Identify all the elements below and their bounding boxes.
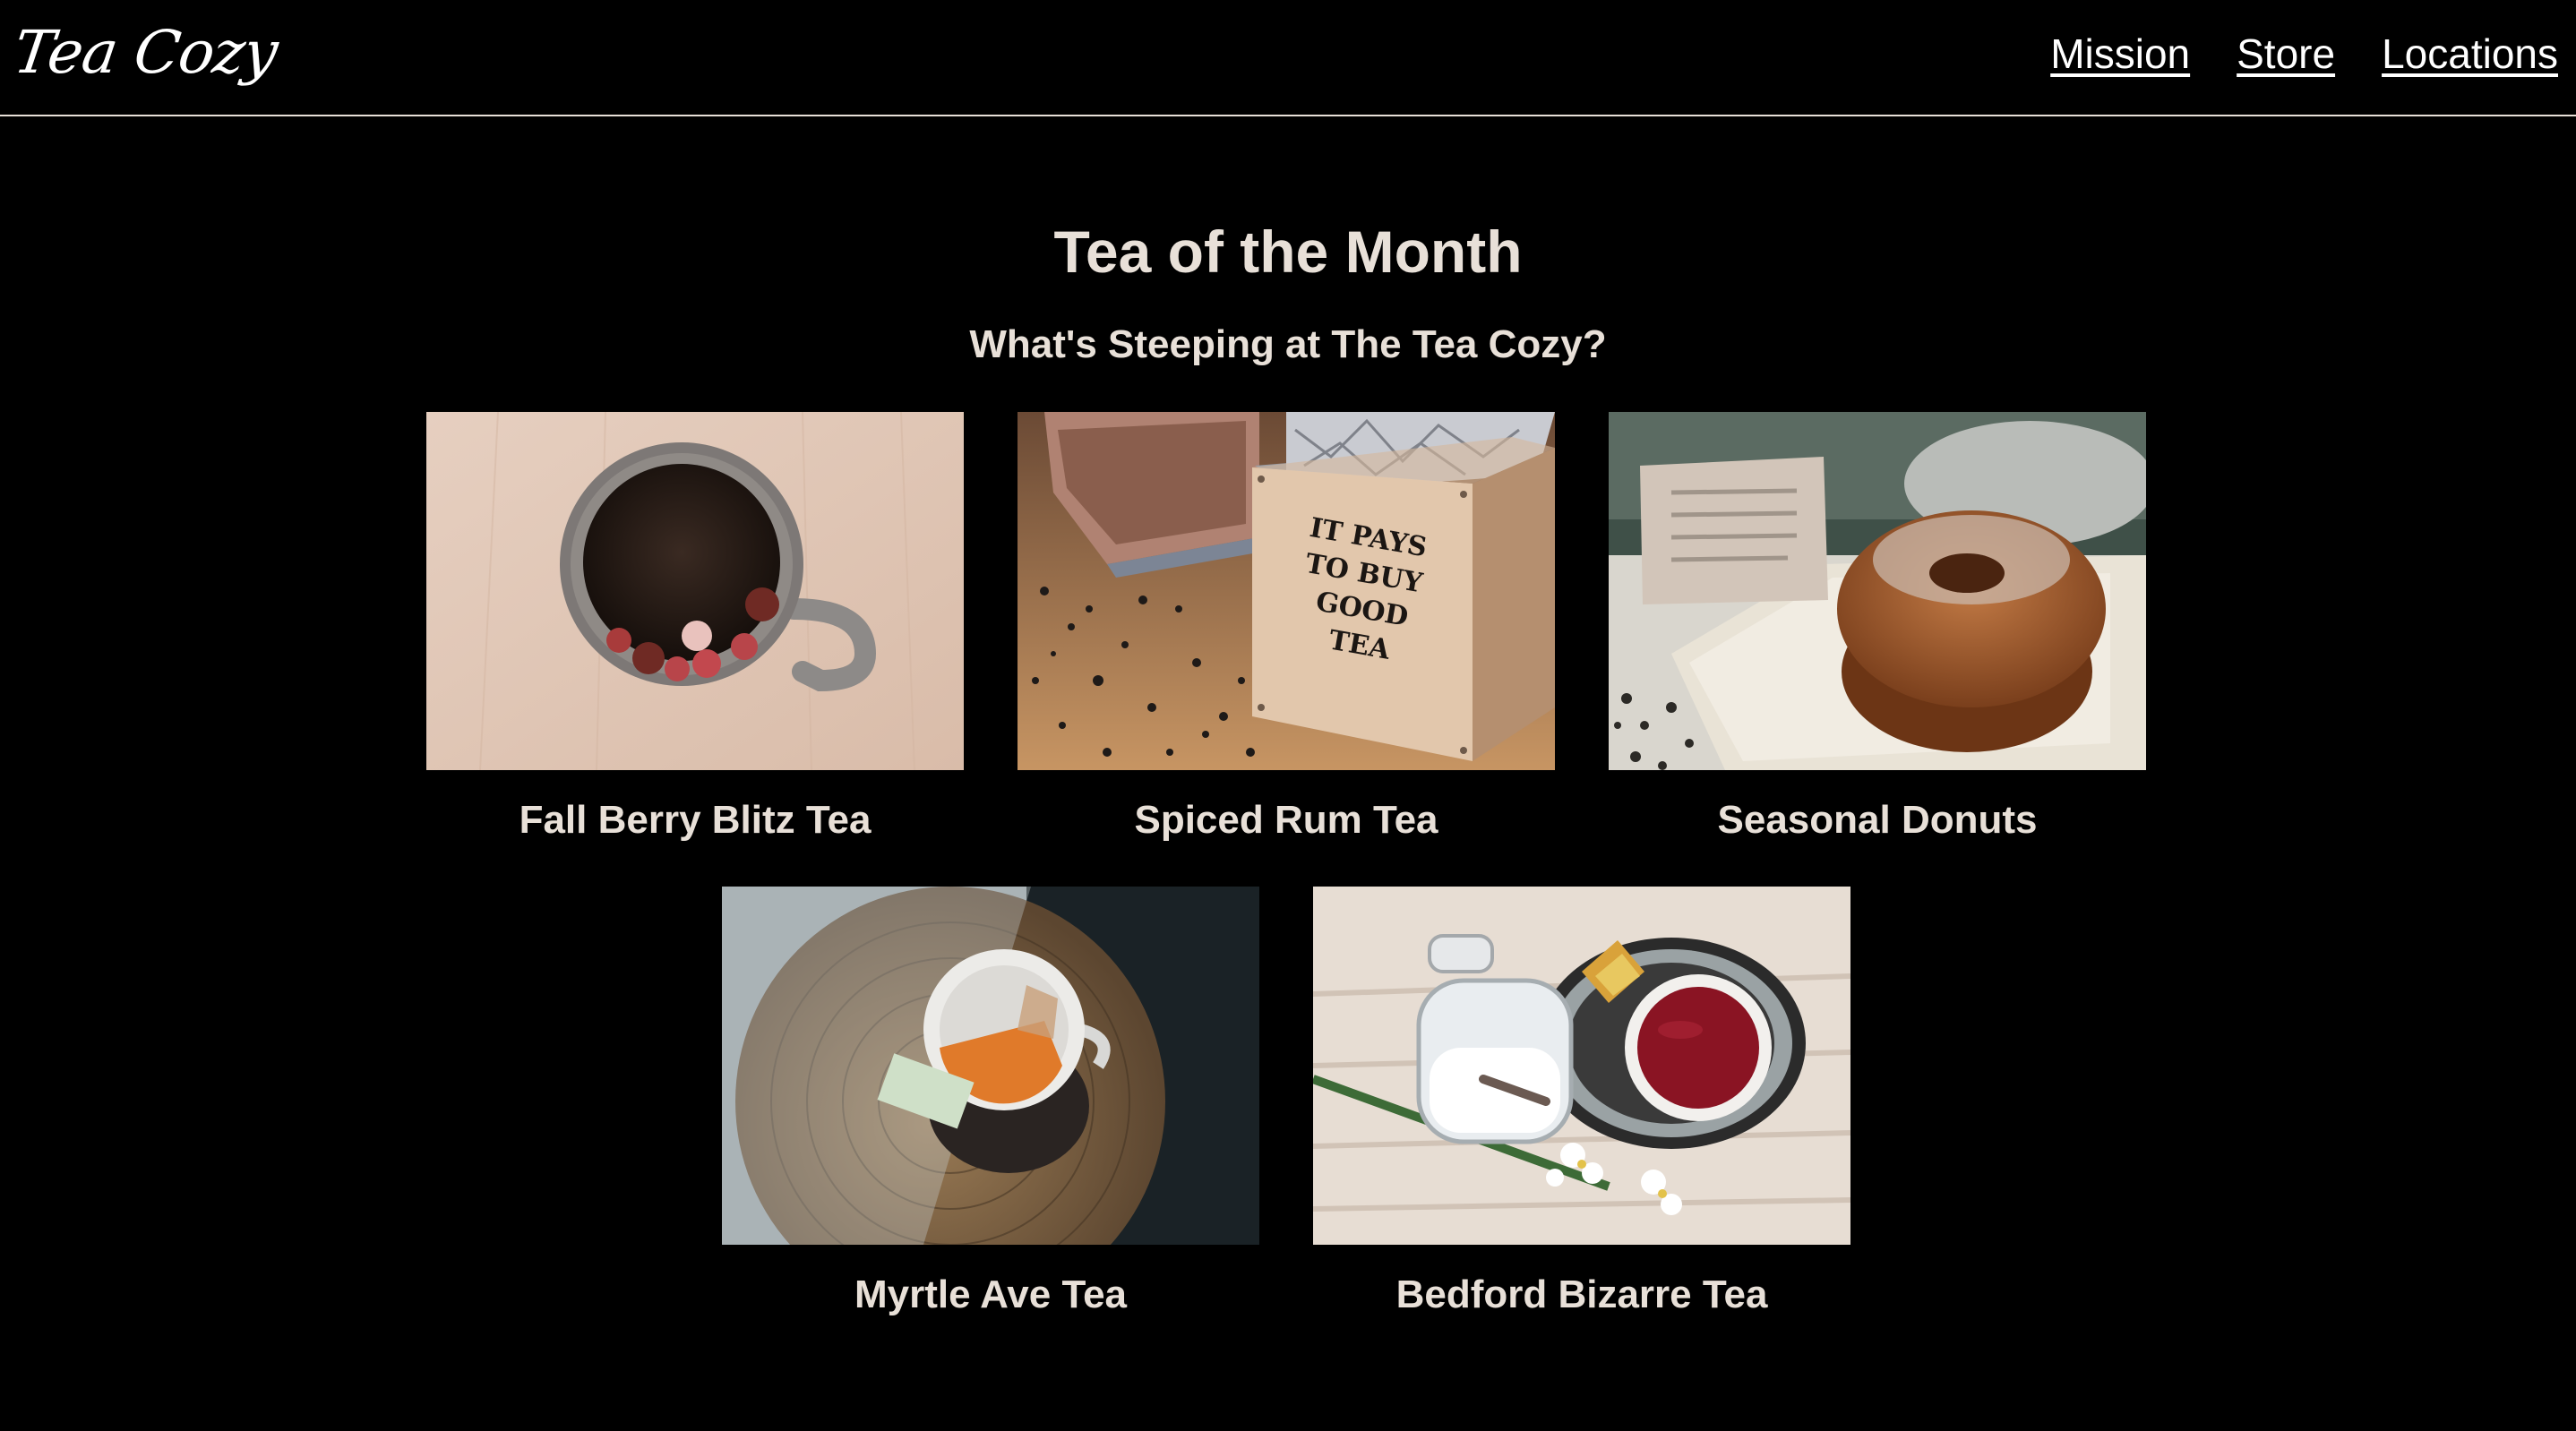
product-name: Fall Berry Blitz Tea [519, 798, 872, 842]
bedford-bizarre-tea-photo [1313, 887, 1850, 1245]
nav-link-locations[interactable]: Locations [2382, 27, 2558, 81]
page-title: Tea of the Month [1053, 219, 1523, 285]
tea-cozy-logo[interactable]: Tea Cozy [9, 13, 282, 93]
product-name: Spiced Rum Tea [1134, 798, 1438, 842]
product-card-fall-berry-blitz: Fall Berry Blitz Tea [426, 412, 964, 847]
product-name: Seasonal Donuts [1717, 798, 2038, 842]
page-subtitle: What's Steeping at The Tea Cozy? [969, 322, 1607, 366]
fall-berry-blitz-photo [426, 412, 964, 770]
seasonal-donuts-photo [1609, 412, 2146, 770]
product-card-seasonal-donuts: Seasonal Donuts [1609, 412, 2146, 847]
product-card-myrtle-ave: Myrtle Ave Tea [722, 887, 1259, 1322]
product-card-spiced-rum: IT PAYS TO BUY GOOD TEA Spiced Rum Tea [1018, 412, 1555, 847]
nav-link-store[interactable]: Store [2237, 27, 2335, 81]
product-name: Myrtle Ave Tea [854, 1272, 1128, 1316]
spiced-rum-tea-photo: IT PAYS TO BUY GOOD TEA [1018, 412, 1555, 770]
product-name: Bedford Bizarre Tea [1395, 1272, 1768, 1316]
top-navigation-bar: Tea Cozy Mission Store Locations [0, 0, 2576, 116]
main-nav: Mission Store Locations [2050, 27, 2558, 81]
myrtle-ave-tea-photo [722, 887, 1259, 1245]
nav-link-mission[interactable]: Mission [2050, 27, 2190, 81]
product-card-bedford-bizarre: Bedford Bizarre Tea [1313, 887, 1850, 1322]
